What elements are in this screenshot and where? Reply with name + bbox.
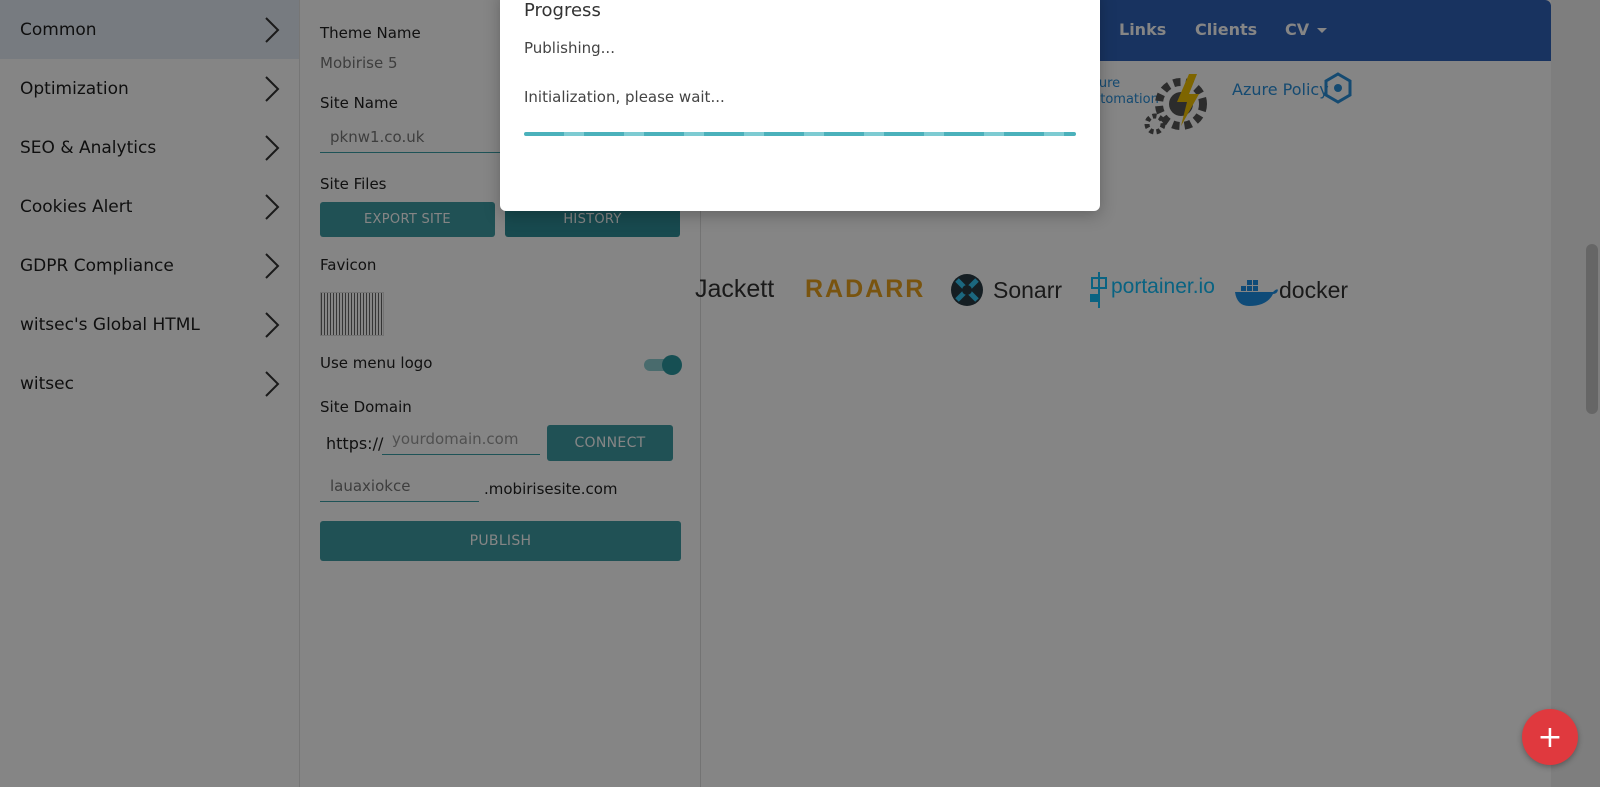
- modal-message: Initialization, please wait...: [524, 88, 725, 106]
- progress-modal: Progress Publishing... Initialization, p…: [500, 0, 1100, 211]
- plus-icon: +: [1537, 719, 1563, 755]
- progress-bar: [524, 132, 1076, 136]
- modal-status: Publishing...: [524, 39, 615, 57]
- modal-title: Progress: [524, 0, 601, 21]
- add-block-button[interactable]: +: [1522, 709, 1578, 765]
